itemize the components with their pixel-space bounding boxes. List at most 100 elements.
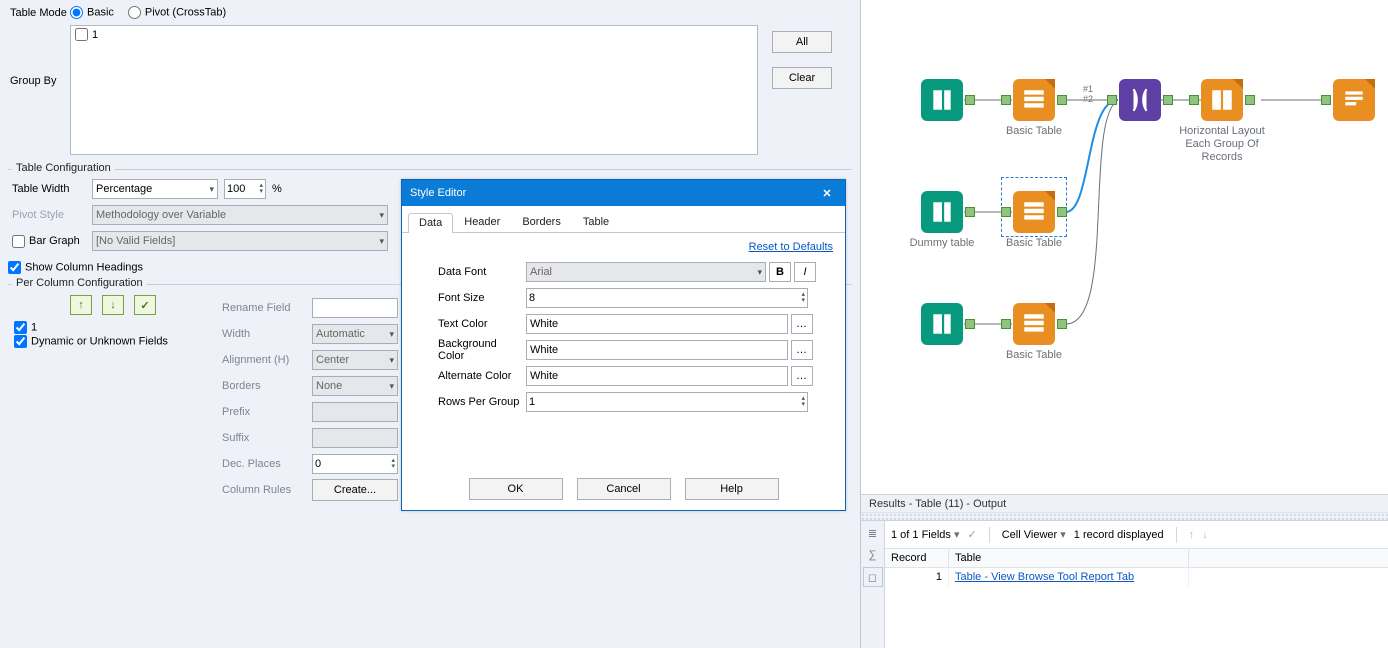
col-width-select[interactable]: Automatic bbox=[312, 324, 398, 344]
show-column-headings-checkbox[interactable]: Show Column Headings bbox=[8, 261, 143, 274]
tool-input-2[interactable]: Dummy table bbox=[921, 191, 963, 233]
data-font-label: Data Font bbox=[414, 266, 526, 278]
tab-header[interactable]: Header bbox=[453, 212, 511, 232]
right-pane: #1 #2 Basic Table Horizontal Layout Each… bbox=[860, 0, 1388, 648]
group-by-all-button[interactable]: All bbox=[772, 31, 832, 53]
group-by-section: Group By 1 All Clear bbox=[0, 25, 860, 165]
node-label-bt1: Basic Table bbox=[993, 125, 1075, 138]
splitter-grip[interactable] bbox=[861, 512, 1388, 520]
tab-data[interactable]: Data bbox=[408, 213, 453, 233]
col-align-select[interactable]: Center bbox=[312, 350, 398, 370]
tab-table[interactable]: Table bbox=[572, 212, 620, 232]
table-width-mode-select[interactable]: Percentage bbox=[92, 179, 218, 199]
next-record-button[interactable]: ↓ bbox=[1202, 529, 1208, 541]
col-header-table[interactable]: Table bbox=[949, 549, 1189, 567]
text-color-picker-button[interactable]: … bbox=[791, 314, 813, 334]
fields-dropdown[interactable]: 1 of 1 Fields ▾ bbox=[891, 528, 960, 541]
pivot-style-label: Pivot Style bbox=[8, 209, 92, 221]
field-check-1[interactable]: 1 bbox=[14, 321, 212, 334]
col-width-label: Width bbox=[218, 328, 312, 340]
col-prefix-label: Prefix bbox=[218, 406, 312, 418]
rows-per-group-spinner[interactable]: 1 bbox=[526, 392, 808, 412]
bold-button[interactable]: B bbox=[769, 262, 791, 282]
mode-basic-text: Basic bbox=[87, 6, 114, 18]
column-rules-create-button[interactable]: Create... bbox=[312, 479, 398, 501]
results-gutter: ≣ ∑ ◻ bbox=[861, 521, 885, 648]
mode-pivot-text: Pivot (CrossTab) bbox=[145, 6, 226, 18]
cancel-button[interactable]: Cancel bbox=[577, 478, 671, 500]
col-dec-spinner[interactable]: 0 bbox=[312, 454, 398, 474]
font-size-spinner[interactable]: 8 bbox=[526, 288, 808, 308]
mode-pivot-radio[interactable]: Pivot (CrossTab) bbox=[128, 6, 226, 19]
ok-button[interactable]: OK bbox=[469, 478, 563, 500]
col-rules-label: Column Rules bbox=[218, 484, 312, 496]
bg-color-label: Background Color bbox=[414, 338, 526, 362]
tool-basic-table-1[interactable]: Basic Table bbox=[1013, 79, 1055, 121]
workflow-canvas[interactable]: #1 #2 Basic Table Horizontal Layout Each… bbox=[861, 0, 1388, 494]
alt-color-input[interactable]: White bbox=[526, 366, 788, 386]
tool-input-3[interactable] bbox=[921, 303, 963, 345]
bg-color-input[interactable]: White bbox=[526, 340, 788, 360]
table-config-legend: Table Configuration bbox=[12, 162, 115, 174]
bar-graph-checkbox[interactable]: Bar Graph bbox=[8, 235, 92, 248]
table-width-value[interactable]: 100 bbox=[224, 179, 266, 199]
data-font-select[interactable]: Arial bbox=[526, 262, 766, 282]
col-borders-select[interactable]: None bbox=[312, 376, 398, 396]
apply-button[interactable]: ✓ bbox=[134, 295, 156, 315]
group-by-item-1-text: 1 bbox=[92, 29, 98, 41]
tool-join-multiple[interactable] bbox=[1119, 79, 1161, 121]
group-by-label: Group By bbox=[10, 25, 70, 87]
help-button[interactable]: Help bbox=[685, 478, 779, 500]
italic-button[interactable]: I bbox=[794, 262, 816, 282]
col-suffix-input[interactable] bbox=[312, 428, 398, 448]
tool-render[interactable] bbox=[1333, 79, 1375, 121]
move-up-button[interactable]: ↑ bbox=[70, 295, 92, 315]
results-title: Results - Table (11) - Output bbox=[861, 494, 1388, 512]
table-mode-row: Table Mode Basic Pivot (CrossTab) bbox=[0, 0, 860, 25]
percent-sign: % bbox=[272, 183, 282, 195]
move-down-button[interactable]: ↓ bbox=[102, 295, 124, 315]
gutter-browse-icon[interactable]: ◻ bbox=[863, 567, 883, 587]
cell-viewer-dropdown[interactable]: Cell Viewer ▾ bbox=[1002, 528, 1066, 541]
node-label-bt2: Basic Table bbox=[993, 237, 1075, 250]
bar-graph-field-select: [No Valid Fields] bbox=[92, 231, 388, 251]
tool-horizontal-layout[interactable]: Horizontal Layout Each Group Of Records bbox=[1201, 79, 1243, 121]
group-by-item-1[interactable]: 1 bbox=[75, 28, 753, 41]
tool-basic-table-3[interactable]: Basic Table bbox=[1013, 303, 1055, 345]
col-prefix-input[interactable] bbox=[312, 402, 398, 422]
bg-color-picker-button[interactable]: … bbox=[791, 340, 813, 360]
alt-color-picker-button[interactable]: … bbox=[791, 366, 813, 386]
field-check-dynamic[interactable]: Dynamic or Unknown Fields bbox=[14, 335, 212, 348]
results-row-1[interactable]: 1 Table - View Browse Tool Report Tab bbox=[885, 568, 1388, 586]
group-by-clear-button[interactable]: Clear bbox=[772, 67, 832, 89]
node-label-hlayout: Horizontal Layout Each Group Of Records bbox=[1167, 125, 1277, 164]
col-header-record[interactable]: Record bbox=[885, 549, 949, 567]
close-icon[interactable]: ✕ bbox=[817, 187, 837, 200]
rows-per-group-label: Rows Per Group bbox=[414, 396, 526, 408]
check-icon[interactable]: ✓ bbox=[968, 528, 977, 541]
cell-table-link[interactable]: Table - View Browse Tool Report Tab bbox=[955, 571, 1134, 583]
gutter-filter-icon[interactable]: ∑ bbox=[863, 545, 883, 565]
mode-basic-radio[interactable]: Basic bbox=[70, 6, 114, 19]
results-panel: ≣ ∑ ◻ 1 of 1 Fields ▾ ✓ Cell Viewer ▾ 1 … bbox=[861, 520, 1388, 648]
group-by-list[interactable]: 1 bbox=[70, 25, 758, 155]
tab-borders[interactable]: Borders bbox=[511, 212, 572, 232]
text-color-label: Text Color bbox=[414, 318, 526, 330]
reset-to-defaults-link[interactable]: Reset to Defaults bbox=[414, 241, 833, 253]
text-color-input[interactable]: White bbox=[526, 314, 788, 334]
prev-record-button[interactable]: ↑ bbox=[1189, 529, 1195, 541]
table-width-label: Table Width bbox=[8, 183, 92, 195]
cell-record-1: 1 bbox=[885, 568, 949, 586]
tool-input-1[interactable] bbox=[921, 79, 963, 121]
rename-field-input[interactable] bbox=[312, 298, 398, 318]
per-column-field-list[interactable]: 1 Dynamic or Unknown Fields bbox=[14, 321, 212, 381]
style-editor-titlebar[interactable]: Style Editor ✕ bbox=[402, 180, 845, 206]
results-grid-header: Record Table bbox=[885, 549, 1388, 568]
alt-color-label: Alternate Color bbox=[414, 370, 526, 382]
record-count-label: 1 record displayed bbox=[1074, 529, 1164, 541]
tool-basic-table-2-selected[interactable]: Basic Table bbox=[1013, 191, 1055, 233]
col-dec-label: Dec. Places bbox=[218, 458, 312, 470]
gutter-rows-icon[interactable]: ≣ bbox=[863, 523, 883, 543]
pivot-style-select: Methodology over Variable bbox=[92, 205, 388, 225]
col-align-label: Alignment (H) bbox=[218, 354, 312, 366]
